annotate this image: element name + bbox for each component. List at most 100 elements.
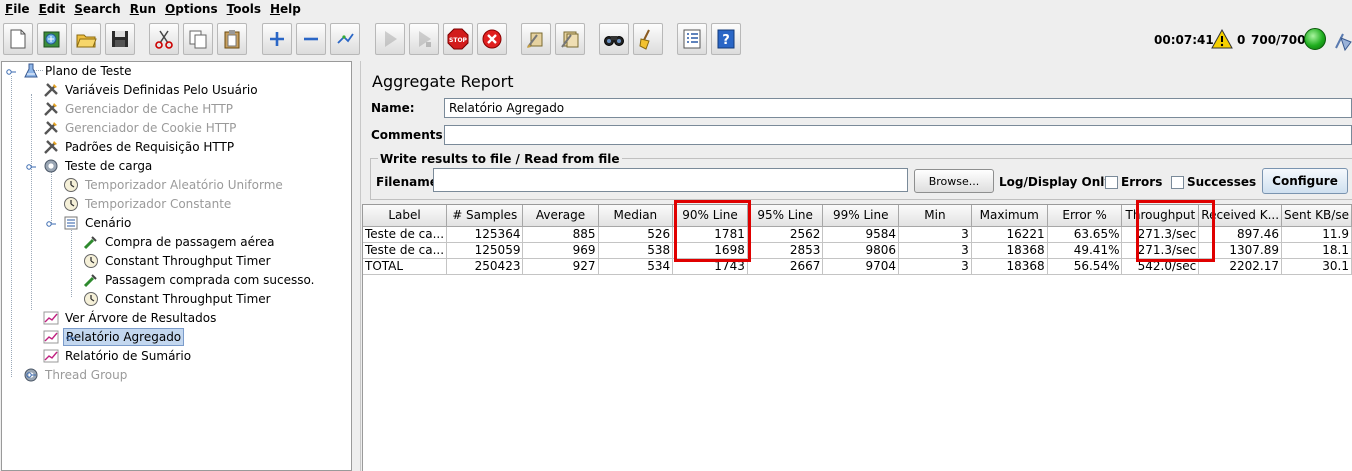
menu-item-help[interactable]: Help [265,2,305,16]
table-cell: 250423 [446,258,524,275]
column-header[interactable]: 95% Line [747,205,824,227]
column-header[interactable]: Maximum [971,205,1048,227]
column-header[interactable]: Received K... [1198,205,1283,227]
tree-node[interactable]: Constant Throughput Timer [82,290,273,308]
tree-node[interactable]: Relatório Agregado [42,328,185,346]
help-button[interactable]: ? [711,23,741,55]
column-header[interactable]: 99% Line [822,205,900,227]
collapse-button[interactable] [296,23,326,55]
start-button[interactable] [375,23,405,55]
listener-icon [42,328,60,346]
results-table-container: Label # Samples Average Median 90% Line 95% L… [362,200,1352,471]
menu-item-file[interactable]: File [0,2,34,16]
tree-node-label: Passagem comprada com sucesso. [105,273,315,287]
tree-node[interactable]: Plano de Teste [22,62,134,80]
tree-node[interactable]: Relatório de Sumário [42,347,193,365]
column-header[interactable]: Label [363,205,448,227]
table-row[interactable]: Teste de ca... 125059 969 538 1698 2853 9806 3 1… [363,242,1352,259]
menu-item-edit[interactable]: Edit [34,2,70,16]
reset-search-button[interactable] [633,23,663,55]
table-cell: 1781 [672,226,748,243]
column-header[interactable]: Min [898,205,972,227]
templates-button[interactable] [37,23,67,55]
shutdown-button[interactable] [477,23,507,55]
stop-button[interactable]: STOP [443,23,473,55]
browse-button[interactable]: Browse... [914,169,994,193]
column-header[interactable]: Sent KB/se [1281,205,1352,227]
tree-node[interactable]: Thread Group [22,366,129,384]
successes-checkbox[interactable] [1171,176,1184,189]
function-helper-button[interactable] [677,23,707,55]
tree-connector [11,76,12,377]
name-field[interactable]: Relatório Agregado [444,98,1352,118]
table-cell: 3 [898,258,972,275]
clear-button[interactable] [521,23,551,55]
table-cell: 56.54% [1047,258,1123,275]
table-cell: 18.1 [1281,242,1352,259]
save-button[interactable] [105,23,135,55]
paste-button[interactable] [217,23,247,55]
open-button[interactable] [71,23,101,55]
tree-node-label: Gerenciador de Cookie HTTP [65,121,237,135]
column-header[interactable]: Median [598,205,674,227]
tree-node[interactable]: Variáveis Definidas Pelo Usuário [42,81,260,99]
tree-node[interactable]: Constant Throughput Timer [82,252,273,270]
log-viewer-icon[interactable] [1333,28,1352,52]
tree-node-label: Ver Árvore de Resultados [65,311,217,325]
clear-all-button[interactable] [555,23,585,55]
tree-node[interactable]: Passagem comprada com sucesso. [82,271,316,289]
configure-button[interactable]: Configure [1262,168,1348,194]
tree-expander-icon[interactable] [26,161,36,171]
copy-button[interactable] [183,23,213,55]
reset-search-icon [639,29,650,50]
search-button[interactable] [599,23,629,55]
toggle-icon [337,33,354,44]
tree-node[interactable]: Padrões de Requisição HTTP [42,138,236,156]
tree-node[interactable]: Temporizador Aleatório Uniforme [62,176,285,194]
table-cell: 125364 [446,226,524,243]
tree-node[interactable]: Temporizador Constante [62,195,233,213]
table-cell: 271.3/sec [1121,226,1200,243]
column-header[interactable]: # Samples [446,205,524,227]
tree-connector [51,170,52,223]
expand-button[interactable] [262,23,292,55]
tree-node-label: Plano de Teste [45,64,132,78]
tree-expander-icon[interactable] [26,369,36,379]
tree-expander-icon[interactable] [46,218,56,228]
menu-item-run[interactable]: Run [125,2,160,16]
menu-item-options[interactable]: Options [160,2,222,16]
table-row[interactable]: TOTAL 250423 927 534 1743 2667 9704 3 18368 56.54… [363,258,1352,275]
warning-icon[interactable] [1211,28,1233,52]
tree-node[interactable]: Compra de passagem aérea [82,233,276,251]
menu-item-search[interactable]: Search [69,2,124,16]
errors-checkbox[interactable] [1105,176,1118,189]
results-table: Label # Samples Average Median 90% Line 95% L… [363,205,1352,275]
tree-node[interactable]: Gerenciador de Cache HTTP [42,100,235,118]
table-row[interactable]: Teste de ca... 125364 885 526 1781 2562 9584 3 1… [363,226,1352,243]
column-header[interactable]: Throughput [1121,205,1200,227]
menu-item-tools[interactable]: Tools [222,2,265,16]
new-button[interactable] [3,23,33,55]
save-icon [112,31,128,47]
comments-field[interactable] [444,125,1352,145]
column-header[interactable]: 90% Line [672,205,748,227]
tree-node[interactable]: Teste de carga [42,157,154,175]
tree-expander-icon[interactable] [66,332,76,342]
table-cell: 538 [598,242,674,259]
tree-node[interactable]: Ver Árvore de Resultados [42,309,218,327]
column-header[interactable]: Error % [1047,205,1123,227]
column-header[interactable]: Average [522,205,599,227]
toggle-button[interactable] [330,23,360,55]
tree-expander-icon[interactable] [6,66,16,76]
panel-title: Aggregate Report [372,72,514,91]
tree-node[interactable]: Cenário [62,214,133,232]
panel-splitter[interactable] [352,61,361,471]
test-plan-tree[interactable]: Plano de Teste Variáveis Definidas Pelo U… [1,61,352,471]
cut-button[interactable] [149,23,179,55]
start-no-pauses-button[interactable] [409,23,439,55]
tree-node-label: Compra de passagem aérea [105,235,275,249]
tree-node[interactable]: Gerenciador de Cookie HTTP [42,119,238,137]
function-helper-icon [683,29,701,49]
filename-field[interactable] [433,168,908,192]
table-cell: 969 [522,242,599,259]
